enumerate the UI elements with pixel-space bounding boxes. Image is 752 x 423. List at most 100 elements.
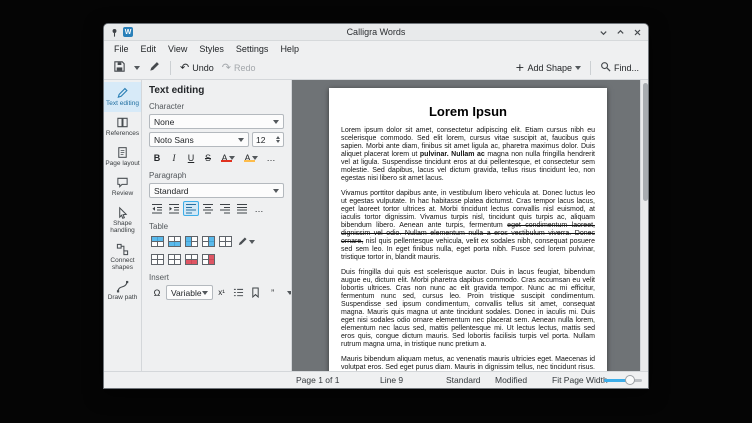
menu-styles[interactable]: Styles (193, 43, 230, 55)
more-paragraph-options-button[interactable]: … (251, 201, 267, 216)
underline-button[interactable]: U (183, 150, 199, 165)
align-right-button[interactable] (217, 201, 233, 216)
main-area: Text editing References Page layout Revi… (104, 80, 648, 371)
insert-column-right-button[interactable] (200, 234, 216, 249)
align-center-button[interactable] (200, 201, 216, 216)
toolbar-separator (589, 60, 591, 75)
table-insert-column-left-icon (184, 236, 198, 247)
insert-row-above-button[interactable] (149, 234, 165, 249)
table-insert-column-right-icon (201, 236, 215, 247)
undo-button[interactable]: ↶ Undo (177, 61, 217, 75)
variable-select[interactable]: Variable (166, 285, 213, 300)
redo-button[interactable]: ↷ Redo (219, 61, 259, 75)
footnote-button[interactable]: x¹ (214, 285, 230, 300)
bookmark-button[interactable] (248, 285, 264, 300)
highlight-color-swatch (244, 160, 255, 162)
tool-dock: Text editing References Page layout Revi… (104, 80, 142, 371)
menu-file[interactable]: File (108, 43, 135, 55)
font-size-input[interactable]: 12 (252, 132, 284, 147)
table-properties-button[interactable] (166, 252, 182, 267)
document-page[interactable]: Lorem Ipsun Lorem ipsum dolor sit amet, … (329, 88, 607, 371)
undo-icon: ↶ (180, 60, 190, 74)
page-indicator: Page 1 of 1 (296, 375, 340, 385)
more-insert-options-button[interactable] (282, 285, 291, 300)
undo-label: Undo (192, 62, 214, 73)
add-shape-button[interactable]: + Add Shape (512, 61, 584, 75)
paragraph-section-label: Paragraph (149, 171, 187, 180)
bold-button[interactable]: B (149, 150, 165, 165)
chevron-down-icon (238, 137, 244, 142)
save-icon (113, 60, 126, 75)
dock-tab-references[interactable]: References (104, 112, 141, 142)
close-button[interactable] (633, 28, 642, 37)
find-label: Find... (613, 62, 639, 73)
text-color-button[interactable]: A (217, 150, 239, 165)
table-delete-column-icon (201, 254, 215, 265)
dock-tab-draw-path[interactable]: Draw path (104, 276, 141, 306)
spinner-arrows-icon[interactable] (276, 136, 280, 143)
delete-column-button[interactable] (200, 252, 216, 267)
insert-row-below-button[interactable] (166, 234, 182, 249)
italic-button[interactable]: I (166, 150, 182, 165)
dock-tab-shape-handling[interactable]: Shape handling (104, 202, 141, 239)
vertical-scrollbar[interactable] (640, 80, 648, 371)
scrollbar-thumb[interactable] (642, 83, 648, 201)
zoom-slider-handle[interactable] (625, 375, 636, 385)
chevron-down-icon (251, 155, 258, 160)
zoom-slider[interactable] (604, 375, 642, 385)
decrease-indent-button[interactable] (149, 201, 165, 216)
dock-tab-page-layout[interactable]: Page layout (104, 142, 141, 172)
pin-icon[interactable] (110, 28, 119, 37)
align-justify-button[interactable] (234, 201, 250, 216)
citation-button[interactable]: ” (265, 285, 281, 300)
add-shape-label: Add Shape (527, 62, 572, 73)
panel-title: Text editing (149, 85, 205, 96)
dock-tab-connect-shapes[interactable]: Connect shapes (104, 239, 141, 276)
table-properties-icon (167, 254, 181, 265)
increase-indent-button[interactable] (166, 201, 182, 216)
align-left-button[interactable] (183, 201, 199, 216)
delete-row-button[interactable] (183, 252, 199, 267)
zoom-mode-button[interactable]: Fit Page Width (552, 375, 608, 385)
menu-view[interactable]: View (162, 43, 193, 55)
menu-settings[interactable]: Settings (230, 43, 275, 55)
table-merge-cells-icon (218, 236, 232, 247)
modified-indicator: Modified (495, 375, 528, 385)
border-pen-button[interactable] (234, 234, 258, 249)
plus-icon: + (515, 60, 525, 74)
chevron-down-icon (249, 239, 255, 244)
menu-edit[interactable]: Edit (135, 43, 163, 55)
find-button[interactable]: Find... (597, 59, 642, 76)
menu-bar: File Edit View Styles Settings Help (104, 41, 648, 56)
dock-tab-review[interactable]: Review (104, 172, 141, 202)
title-bar[interactable]: W Calligra Words (104, 24, 648, 41)
line-indicator: Line 9 (380, 375, 404, 385)
chevron-down-icon (134, 65, 140, 70)
merge-cells-button[interactable] (217, 234, 233, 249)
insert-column-left-button[interactable] (183, 234, 199, 249)
pencil-icon (148, 60, 161, 75)
strikethrough-button[interactable]: S (200, 150, 216, 165)
dock-tab-text-editing[interactable]: Text editing (104, 82, 141, 112)
document-canvas[interactable]: Lorem Ipsun Lorem ipsum dolor sit amet, … (292, 80, 648, 371)
save-options-button[interactable] (131, 64, 143, 72)
redo-icon: ↷ (221, 60, 231, 74)
font-family-select[interactable]: Noto Sans (149, 132, 249, 147)
chevron-down-icon (201, 290, 208, 295)
more-character-options-button[interactable]: … (263, 150, 279, 165)
edit-button[interactable] (145, 58, 164, 77)
table-of-contents-button[interactable] (231, 285, 247, 300)
highlight-color-button[interactable]: A (240, 150, 262, 165)
special-character-button[interactable]: Ω (149, 285, 165, 300)
table-row-1 (149, 234, 284, 249)
app-window: W Calligra Words File Edit View Styles S… (103, 23, 649, 389)
table-section-label: Table (149, 222, 169, 231)
menu-help[interactable]: Help (274, 43, 305, 55)
style-indicator[interactable]: Standard (446, 375, 481, 385)
maximize-button[interactable] (616, 28, 625, 37)
paragraph-style-select[interactable]: Standard (149, 183, 284, 198)
minimize-button[interactable] (599, 28, 608, 37)
save-button[interactable] (110, 58, 129, 77)
split-cells-button[interactable] (149, 252, 165, 267)
character-style-select[interactable]: None (149, 114, 284, 129)
